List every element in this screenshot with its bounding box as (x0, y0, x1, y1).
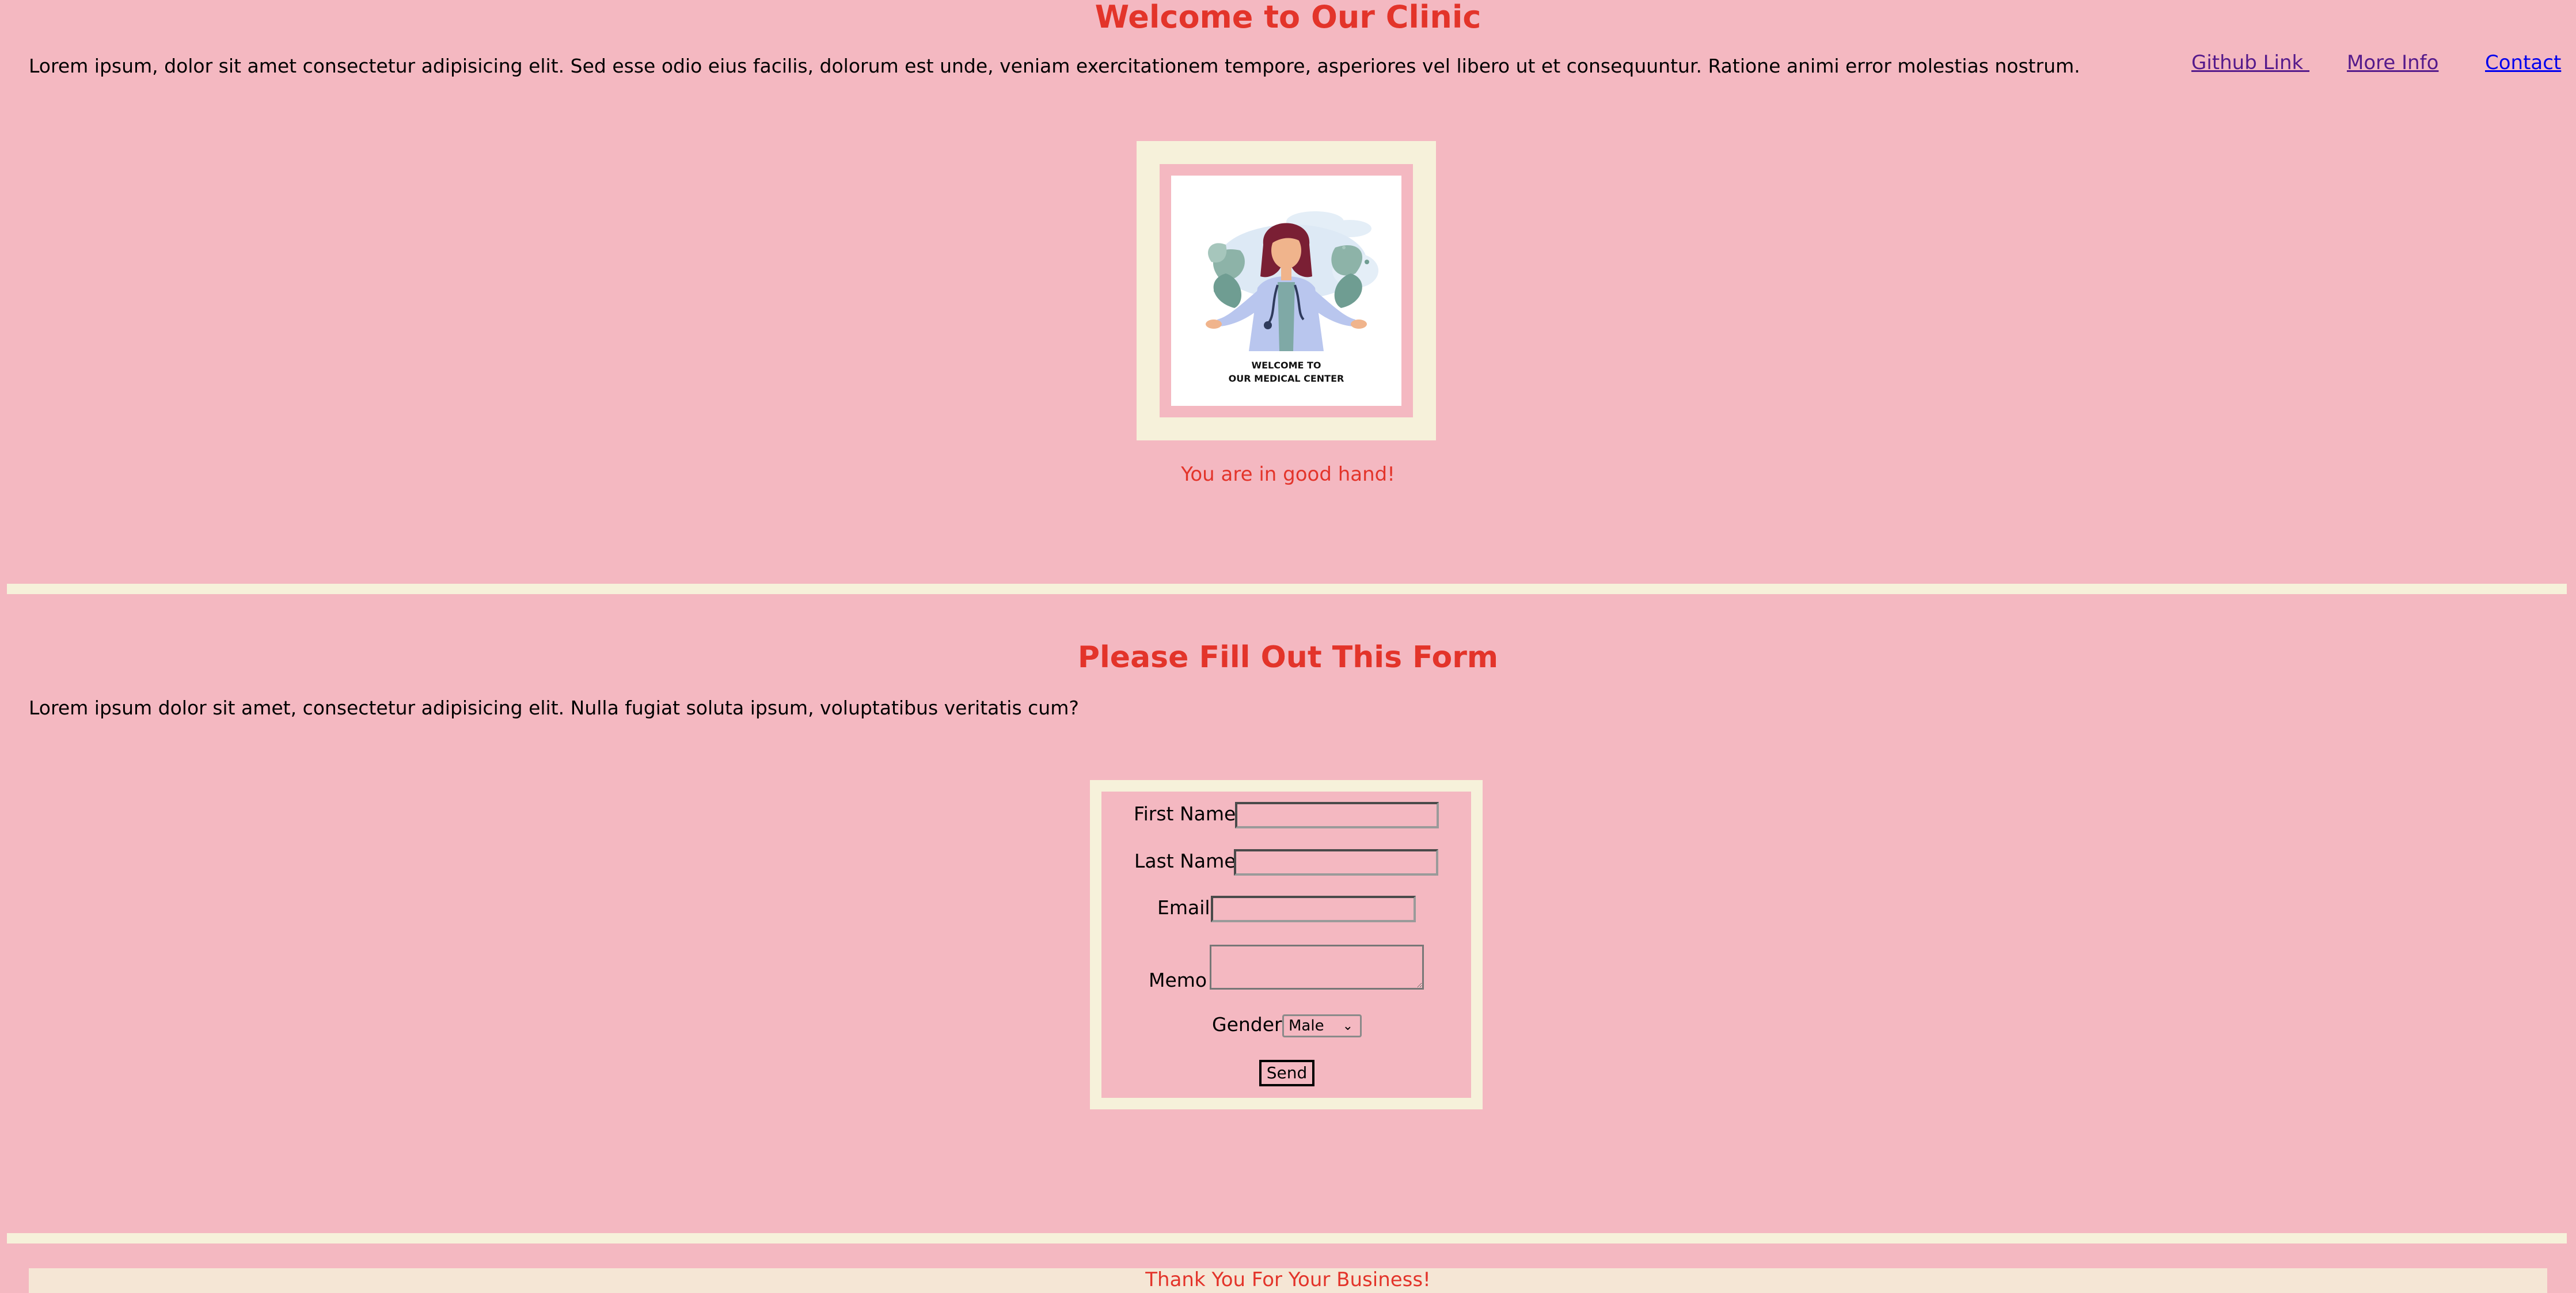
hero-caption: You are in good hand! (1181, 463, 1395, 486)
intro-paragraph: Lorem ipsum, dolor sit amet consectetur … (29, 55, 2080, 77)
contact-form: First Name Last Name Email Memo Gender M… (1090, 780, 1483, 1109)
footer-thank-you: Thank You For Your Business! (29, 1268, 2547, 1293)
illustration-text-line1: WELCOME TO (1251, 360, 1321, 371)
email-input[interactable] (1211, 896, 1416, 922)
first-name-label: First Name (1134, 803, 1236, 825)
gender-selected-value: Male (1289, 1017, 1324, 1035)
last-name-label: Last Name (1134, 850, 1236, 872)
memo-textarea[interactable] (1210, 945, 1424, 990)
memo-label: Memo (1149, 969, 1207, 991)
section-divider (7, 584, 2567, 594)
illustration-text-line2: OUR MEDICAL CENTER (1229, 373, 1344, 384)
email-label: Email (1157, 896, 1210, 919)
last-name-input[interactable] (1234, 849, 1438, 876)
nav-github-link[interactable]: Github Link (2191, 50, 2309, 76)
doctor-illustration: WELCOME TO OUR MEDICAL CENTER (1171, 176, 1401, 406)
gender-label: Gender (1212, 1013, 1282, 1036)
chevron-down-icon: ⌄ (1342, 1019, 1353, 1033)
first-name-input[interactable] (1235, 802, 1439, 828)
send-button[interactable]: Send (1259, 1060, 1314, 1086)
form-title: Please Fill Out This Form (1077, 640, 1499, 675)
nav-contact-link[interactable]: Contact (2485, 50, 2561, 76)
gender-select[interactable]: Male ⌄ (1282, 1014, 1362, 1037)
hero-image-frame: WELCOME TO OUR MEDICAL CENTER (1137, 141, 1436, 440)
nav-more-info-link[interactable]: More Info (2347, 50, 2438, 76)
footer-divider (7, 1233, 2567, 1243)
form-intro-paragraph: Lorem ipsum dolor sit amet, consectetur … (29, 697, 1079, 719)
page-title: Welcome to Our Clinic (1095, 0, 1481, 35)
doctor-illustration-graphic: WELCOME TO OUR MEDICAL CENTER (1206, 211, 1378, 384)
